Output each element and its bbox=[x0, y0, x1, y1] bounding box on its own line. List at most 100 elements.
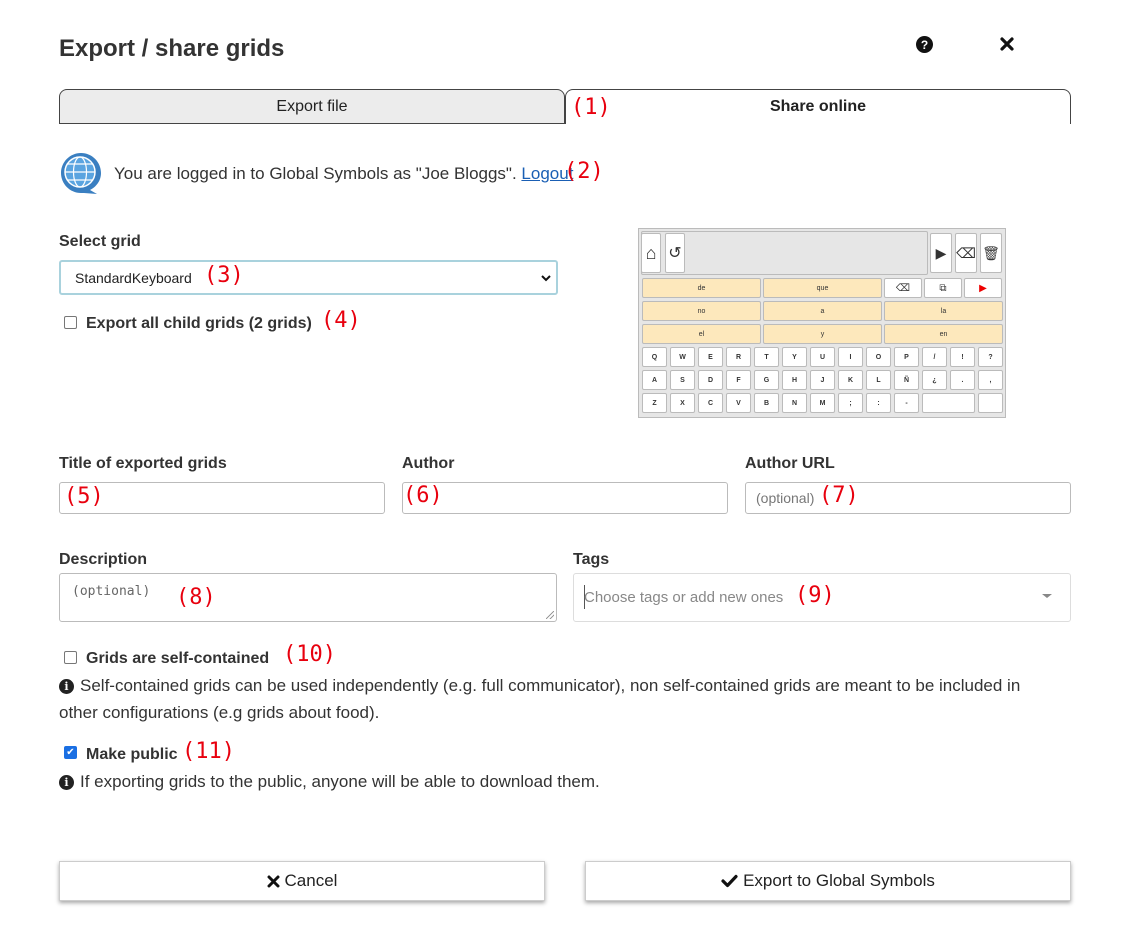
annotation-3: (3) bbox=[204, 263, 244, 288]
annotation-10: (10) bbox=[283, 642, 336, 667]
check-icon bbox=[721, 874, 738, 888]
annotation-8: (8) bbox=[176, 585, 216, 610]
preview-word-cell: ⌫ ⧉ ▶ bbox=[884, 278, 1003, 298]
self-contained-checkbox[interactable] bbox=[64, 651, 77, 664]
preview-key bbox=[922, 393, 975, 413]
preview-key: N bbox=[782, 393, 807, 413]
preview-key: ; bbox=[838, 393, 863, 413]
chevron-down-icon bbox=[541, 275, 551, 282]
preview-word-cell: a bbox=[763, 301, 882, 321]
tab-export-file[interactable]: Export file bbox=[59, 89, 565, 124]
preview-key: Q bbox=[642, 347, 667, 367]
close-x-icon bbox=[1000, 37, 1014, 51]
preview-key: Ñ bbox=[894, 370, 919, 390]
preview-word-cell: y bbox=[763, 324, 882, 344]
dialog-title: Export / share grids bbox=[59, 35, 285, 62]
preview-key: M bbox=[810, 393, 835, 413]
author-input[interactable] bbox=[402, 482, 728, 514]
grid-preview-image: ⌂ ↺ ▶ ⌫ 🗑 de que ⌫ ⧉ ▶ no a la el y en Q W E R T Y U I O P /!… bbox=[638, 228, 1006, 418]
preview-key: O bbox=[866, 347, 891, 367]
tab-label: Share online bbox=[769, 98, 867, 115]
login-status: You are logged in to Global Symbols as "… bbox=[114, 164, 573, 184]
preview-key: H bbox=[782, 370, 807, 390]
preview-key: : bbox=[866, 393, 891, 413]
svg-text:?: ? bbox=[920, 38, 927, 52]
preview-key: , bbox=[978, 370, 1003, 390]
annotation-5: (5) bbox=[64, 484, 104, 509]
self-contained-info-text: Self-contained grids can be used indepen… bbox=[59, 676, 1021, 722]
preview-key: C bbox=[698, 393, 723, 413]
annotation-6: (6) bbox=[403, 483, 443, 508]
preview-word-cell: no bbox=[642, 301, 761, 321]
preview-key: ! bbox=[950, 347, 975, 367]
preview-key: I bbox=[838, 347, 863, 367]
export-children-label: Export all child grids (2 grids) bbox=[86, 315, 312, 332]
self-contained-label: Grids are self-contained bbox=[86, 650, 270, 667]
cancel-button[interactable]: Cancel bbox=[59, 861, 545, 901]
self-contained-info: i Self-contained grids can be used indepe… bbox=[59, 672, 1059, 726]
make-public-label: Make public bbox=[86, 746, 178, 763]
preview-key: F bbox=[726, 370, 751, 390]
author-field-label: Author bbox=[402, 455, 455, 472]
close-button[interactable] bbox=[995, 32, 1019, 56]
preview-video-icon: ▶ bbox=[964, 278, 1002, 298]
tab-share-online[interactable]: Share online bbox=[565, 89, 1071, 124]
preview-key bbox=[978, 393, 1003, 413]
preview-key: Y bbox=[782, 347, 807, 367]
preview-key: X bbox=[670, 393, 695, 413]
annotation-11: (11) bbox=[182, 739, 235, 764]
title-field-label: Title of exported grids bbox=[59, 455, 227, 472]
export-to-global-symbols-button[interactable]: Export to Global Symbols bbox=[585, 861, 1071, 901]
preview-key: E bbox=[698, 347, 723, 367]
preview-key: . bbox=[950, 370, 975, 390]
annotation-7: (7) bbox=[819, 483, 859, 508]
global-symbols-logo-icon bbox=[59, 151, 103, 195]
author-url-placeholder: (optional) bbox=[756, 490, 815, 506]
play-icon: ▶ bbox=[930, 233, 952, 273]
preview-delete-icon: ⌫ bbox=[884, 278, 922, 298]
cancel-button-label: Cancel bbox=[284, 871, 338, 890]
preview-key: Z bbox=[642, 393, 667, 413]
select-grid-label: Select grid bbox=[59, 233, 141, 250]
trash-icon: 🗑 bbox=[980, 233, 1002, 273]
preview-key: / bbox=[922, 347, 947, 367]
preview-key: P bbox=[894, 347, 919, 367]
title-input[interactable] bbox=[59, 482, 385, 514]
back-icon: ↺ bbox=[665, 233, 685, 273]
make-public-checkbox[interactable]: ✔ bbox=[64, 746, 77, 759]
author-url-input[interactable]: (optional) bbox=[745, 482, 1071, 514]
preview-key: G bbox=[754, 370, 779, 390]
preview-word-cell: de bbox=[642, 278, 761, 298]
make-public-info-text: If exporting grids to the public, anyone… bbox=[80, 772, 600, 791]
preview-key: T bbox=[754, 347, 779, 367]
resize-grip-icon[interactable] bbox=[546, 611, 554, 619]
preview-key: J bbox=[810, 370, 835, 390]
chevron-down-icon[interactable] bbox=[1040, 591, 1054, 601]
preview-key: W bbox=[670, 347, 695, 367]
select-grid-dropdown[interactable]: StandardKeyboard bbox=[59, 260, 558, 295]
annotation-9: (9) bbox=[795, 583, 835, 608]
make-public-info: i If exporting grids to the public, anyon… bbox=[59, 768, 1059, 795]
preview-word-cell: el bbox=[642, 324, 761, 344]
preview-word-cell: que bbox=[763, 278, 882, 298]
preview-key: ? bbox=[978, 347, 1003, 367]
preview-word-cell: en bbox=[884, 324, 1003, 344]
preview-key: L bbox=[866, 370, 891, 390]
annotation-2: (2) bbox=[564, 159, 604, 184]
info-circle-icon: i bbox=[59, 679, 74, 694]
close-x-icon bbox=[267, 875, 280, 887]
annotation-1: (1) bbox=[571, 95, 611, 120]
preview-key: S bbox=[670, 370, 695, 390]
export-children-checkbox[interactable] bbox=[64, 316, 77, 329]
preview-key: D bbox=[698, 370, 723, 390]
help-button[interactable]: ? bbox=[912, 32, 936, 56]
tags-placeholder: Choose tags or add new ones bbox=[584, 589, 784, 606]
info-circle-icon: i bbox=[59, 775, 74, 790]
home-icon: ⌂ bbox=[641, 233, 661, 273]
preview-key: K bbox=[838, 370, 863, 390]
description-placeholder: (optional) bbox=[72, 584, 151, 599]
description-textarea[interactable]: (optional) bbox=[59, 573, 557, 622]
description-label: Description bbox=[59, 551, 148, 568]
export-button-label: Export to Global Symbols bbox=[743, 871, 935, 890]
tab-label: Export file bbox=[276, 97, 348, 115]
